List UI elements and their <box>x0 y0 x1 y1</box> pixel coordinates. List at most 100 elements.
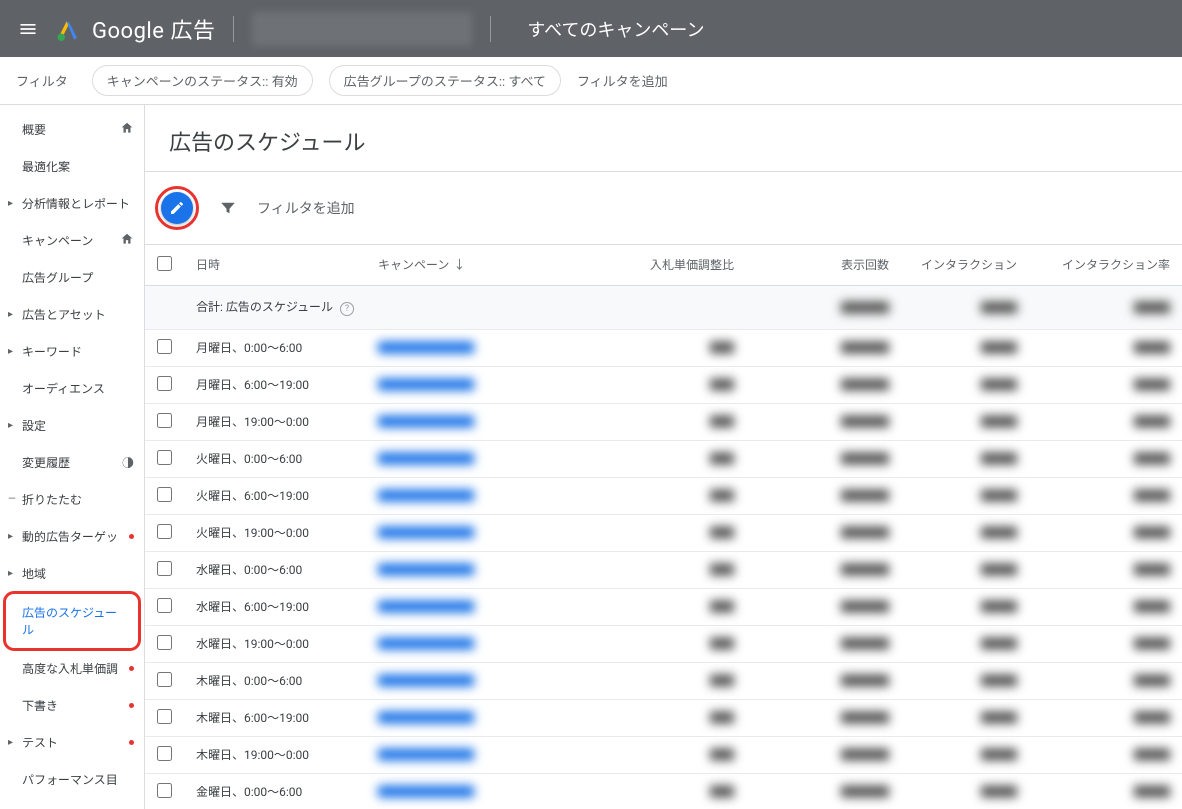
filter-chip-adgroup-status[interactable]: 広告グループのステータス:: すべて <box>329 65 561 96</box>
table-row: 火曜日、19:00～0:00████████████████████ <box>145 514 1182 551</box>
brand-logo[interactable]: Google 広告 <box>56 13 215 45</box>
sidebar-item[interactable]: キーワード <box>0 333 144 370</box>
content-area: 広告のスケジュール フィルタを追加 日時 キャンペーン↓ 入札単価調整比 表示回… <box>145 105 1182 809</box>
row-checkbox[interactable] <box>157 635 172 650</box>
sidebar-item[interactable]: 地域 <box>0 555 144 592</box>
notification-dot-icon <box>129 534 134 539</box>
cell-campaign[interactable]: ████████ <box>378 378 474 392</box>
row-checkbox[interactable] <box>157 783 172 798</box>
cell-interactions: ███ <box>981 452 1017 466</box>
row-checkbox[interactable] <box>157 524 172 539</box>
sidebar-item-label: キーワード <box>22 343 82 360</box>
cell-campaign[interactable]: ████████ <box>378 452 474 466</box>
cell-impressions: ████ <box>841 674 889 688</box>
select-all-checkbox[interactable] <box>157 256 172 271</box>
sidebar-item[interactable]: 広告とアセット <box>0 296 144 333</box>
sidebar-item[interactable]: 広告のスケジュール <box>6 594 138 648</box>
sidebar-item-label: 分析情報とレポート <box>22 195 130 212</box>
row-checkbox[interactable] <box>157 561 172 576</box>
sidebar-item[interactable]: 変更履歴◑ <box>0 444 144 481</box>
cell-campaign[interactable]: ████████ <box>378 600 474 614</box>
sidebar-item[interactable]: 最適化案 <box>0 148 144 185</box>
sidebar-item[interactable]: パフォーマンス目 <box>0 761 144 798</box>
cell-impressions: ████ <box>841 785 889 799</box>
row-checkbox[interactable] <box>157 709 172 724</box>
sidebar-item[interactable]: 高度な入札単価調 <box>0 650 144 687</box>
row-checkbox[interactable] <box>157 450 172 465</box>
cell-campaign[interactable]: ████████ <box>378 748 474 762</box>
cell-datetime: 木曜日、19:00～0:00 <box>196 748 309 762</box>
brand-text: Google 広告 <box>92 13 215 45</box>
sidebar-item-label: 設定 <box>22 417 46 434</box>
add-filter-text[interactable]: フィルタを追加 <box>257 198 355 218</box>
account-placeholder <box>252 12 472 46</box>
cell-datetime: 金曜日、0:00～6:00 <box>196 785 302 799</box>
row-checkbox[interactable] <box>157 746 172 761</box>
sidebar-item[interactable]: 概要 <box>0 111 144 148</box>
cell-bid-adj: ██ <box>710 637 734 651</box>
summary-interaction-rate: ███ <box>1134 301 1170 315</box>
cell-bid-adj: ██ <box>710 452 734 466</box>
sidebar-item-label: オーディエンス <box>22 380 105 397</box>
cell-interactions: ███ <box>981 748 1017 762</box>
cell-campaign[interactable]: ████████ <box>378 526 474 540</box>
row-checkbox[interactable] <box>157 672 172 687</box>
row-checkbox[interactable] <box>157 339 172 354</box>
row-checkbox[interactable] <box>157 413 172 428</box>
col-header-campaign[interactable]: キャンペーン↓ <box>366 245 576 285</box>
sidebar-item[interactable]: 下書き <box>0 687 144 724</box>
row-checkbox[interactable] <box>157 376 172 391</box>
table-row: 水曜日、0:00～6:00████████████████████ <box>145 551 1182 588</box>
cell-impressions: ████ <box>841 526 889 540</box>
cell-datetime: 水曜日、19:00～0:00 <box>196 637 309 651</box>
cell-interaction-rate: ███ <box>1134 378 1170 392</box>
cell-interactions: ███ <box>981 674 1017 688</box>
sidebar-item[interactable]: 分析情報とレポート <box>0 185 144 222</box>
app-header: Google 広告 すべてのキャンペーン <box>0 0 1182 57</box>
col-header-interactions[interactable]: インタラクション <box>901 245 1029 285</box>
sidebar-item-label: 折りたたむ <box>22 491 82 508</box>
row-checkbox[interactable] <box>157 487 172 502</box>
help-icon[interactable]: ? <box>340 302 354 316</box>
cell-impressions: ████ <box>841 748 889 762</box>
cell-impressions: ████ <box>841 489 889 503</box>
sidebar-item-label: 動的広告ターゲッ <box>22 528 118 545</box>
table-row: 月曜日、0:00～6:00████████████████████ <box>145 329 1182 366</box>
add-filter-link[interactable]: フィルタを追加 <box>577 71 668 90</box>
cell-campaign[interactable]: ████████ <box>378 711 474 725</box>
cell-campaign[interactable]: ████████ <box>378 415 474 429</box>
col-header-datetime[interactable]: 日時 <box>184 245 366 285</box>
cell-impressions: ████ <box>841 378 889 392</box>
sidebar-item[interactable]: 動的広告ターゲッ <box>0 518 144 555</box>
cell-campaign[interactable]: ████████ <box>378 489 474 503</box>
sidebar-item[interactable]: 折りたたむ <box>0 481 144 518</box>
cell-bid-adj: ██ <box>710 600 734 614</box>
sidebar-item[interactable]: 設定 <box>0 407 144 444</box>
cell-campaign[interactable]: ████████ <box>378 341 474 355</box>
cell-interaction-rate: ███ <box>1134 785 1170 799</box>
col-header-interaction-rate[interactable]: インタラクション率 <box>1029 245 1182 285</box>
cell-interaction-rate: ███ <box>1134 489 1170 503</box>
cell-campaign[interactable]: ████████ <box>378 637 474 651</box>
sidebar-item[interactable]: テスト <box>0 724 144 761</box>
cell-campaign[interactable]: ████████ <box>378 785 474 799</box>
sidebar-item[interactable]: 広告グループ <box>0 259 144 296</box>
filter-chip-campaign-status[interactable]: キャンペーンのステータス:: 有効 <box>92 65 313 96</box>
cell-impressions: ████ <box>841 600 889 614</box>
col-header-bid-adj[interactable]: 入札単価調整比 <box>576 245 746 285</box>
cell-bid-adj: ██ <box>710 748 734 762</box>
cell-campaign[interactable]: ████████ <box>378 563 474 577</box>
sidebar-item[interactable]: キャンペーン <box>0 222 144 259</box>
notification-dot-icon <box>129 740 134 745</box>
filter-funnel-icon[interactable] <box>219 196 237 221</box>
cell-campaign[interactable]: ████████ <box>378 674 474 688</box>
header-scope-title: すべてのキャンペーン <box>527 16 704 42</box>
edit-button[interactable] <box>161 192 193 224</box>
hamburger-icon[interactable] <box>16 17 40 41</box>
col-header-impressions[interactable]: 表示回数 <box>746 245 901 285</box>
sidebar-item-label: 最適化案 <box>22 158 70 175</box>
summary-interactions: ███ <box>981 301 1017 315</box>
sidebar-item[interactable]: オーディエンス <box>0 370 144 407</box>
row-checkbox[interactable] <box>157 598 172 613</box>
cell-bid-adj: ██ <box>710 489 734 503</box>
